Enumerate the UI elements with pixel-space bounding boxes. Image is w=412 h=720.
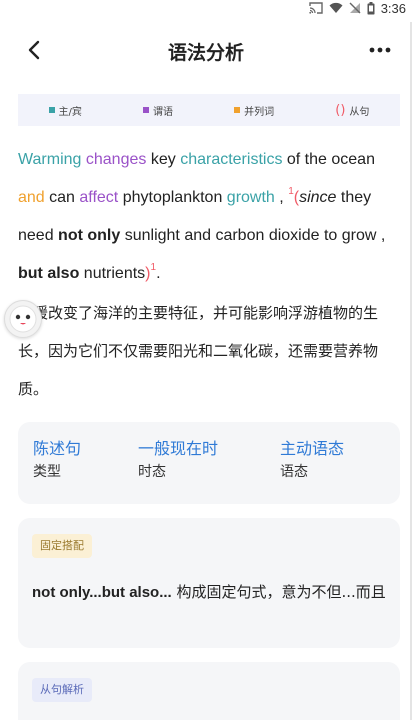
clause-marker: () [335,102,346,118]
clause-analysis-card: 从句解析 [18,662,400,720]
sentence-word[interactable]: of the ocean [287,151,375,168]
sentence-word[interactable]: phytoplankton [123,189,223,206]
phrase-desc: 构成固定句式，意为不但...而且 [176,583,386,601]
legend-label: 谓语 [153,106,174,118]
wifi-icon [329,2,343,14]
mascot-icon [9,305,37,333]
sentence-word[interactable]: characteristics [180,151,282,168]
more-button[interactable] [364,36,396,64]
legend-item-predicate: 谓语 [143,103,173,118]
clause-close-bracket: ) [145,265,151,282]
sentence-word[interactable]: Warming [18,151,81,168]
legend-swatch [234,107,241,113]
sentence-word[interactable]: not only [58,227,120,244]
legend-item-clause: () 从句 [335,103,369,118]
type-column-voice: 主动语态 语态 [280,438,344,484]
clause-analysis-tag: 从句解析 [32,678,92,702]
clause-number: 1 [288,186,294,197]
floating-assistant-button[interactable] [4,300,42,338]
sentence-word[interactable]: key [151,151,176,168]
sentence-word[interactable]: , [279,189,283,206]
analyzed-sentence: Warming changes key characteristics of t… [18,141,398,293]
type-column-kind: 陈述句 类型 [33,438,81,484]
sentence-word[interactable]: but also [18,265,79,282]
header: 语法分析 [0,30,412,70]
more-dots-icon [369,47,391,53]
sentence-end: . [156,265,161,282]
legend-item-conjunction: 并列词 [234,103,274,118]
no-signal-icon [349,2,361,14]
legend-label: 并列词 [244,106,275,118]
translation-text: 变暖改变了海洋的主要特征，并可能影响浮游植物的生长，因为它们不仅需要阳光和二氧化… [18,304,379,398]
type-value: 一般现在时 [138,439,219,458]
legend-swatch [48,107,55,113]
type-label: 时态 [138,464,166,480]
phrase-key: not only...but also... [32,584,172,601]
legend-swatch [143,107,150,113]
legend-label: 主/宾 [58,106,82,118]
sentence-type-card: 陈述句 类型 一般现在时 时态 主动语态 语态 [18,422,400,504]
legend-item-subject: 主/宾 [48,103,82,118]
cast-icon [308,2,323,14]
type-value: 陈述句 [33,439,82,458]
sentence-word[interactable]: nutrients [84,265,145,282]
sentence-word[interactable]: and [18,189,45,206]
status-icons: 3:36 [308,0,406,16]
sentence-word[interactable]: changes [86,151,147,168]
clause-number: 1 [150,262,157,273]
fixed-phrase-tag: 固定搭配 [32,534,92,558]
type-label: 语态 [280,464,308,480]
legend-label: 从句 [349,106,370,118]
page-title: 语法分析 [167,42,244,64]
sentence-word[interactable]: sunlight and carbon dioxide to grow , [125,227,386,244]
type-column-tense: 一般现在时 时态 [138,438,218,484]
status-bar: 3:36 [0,0,412,22]
type-value: 主动语态 [280,439,345,458]
phrase-explanation: not only...but also... 构成固定句式，意为不但...而且 [32,578,386,607]
battery-icon [367,1,375,15]
sentence-word[interactable]: since [299,189,336,206]
fixed-phrase-card: 固定搭配 not only...but also... 构成固定句式，意为不但.… [18,518,400,648]
type-label: 类型 [33,464,61,480]
legend-bar: 主/宾 谓语 并列词 () 从句 [18,94,400,126]
sentence-word[interactable]: can [49,189,75,206]
sentence-word[interactable]: affect [79,189,118,206]
sentence-word[interactable]: growth [227,189,275,206]
status-time: 3:36 [380,0,406,16]
